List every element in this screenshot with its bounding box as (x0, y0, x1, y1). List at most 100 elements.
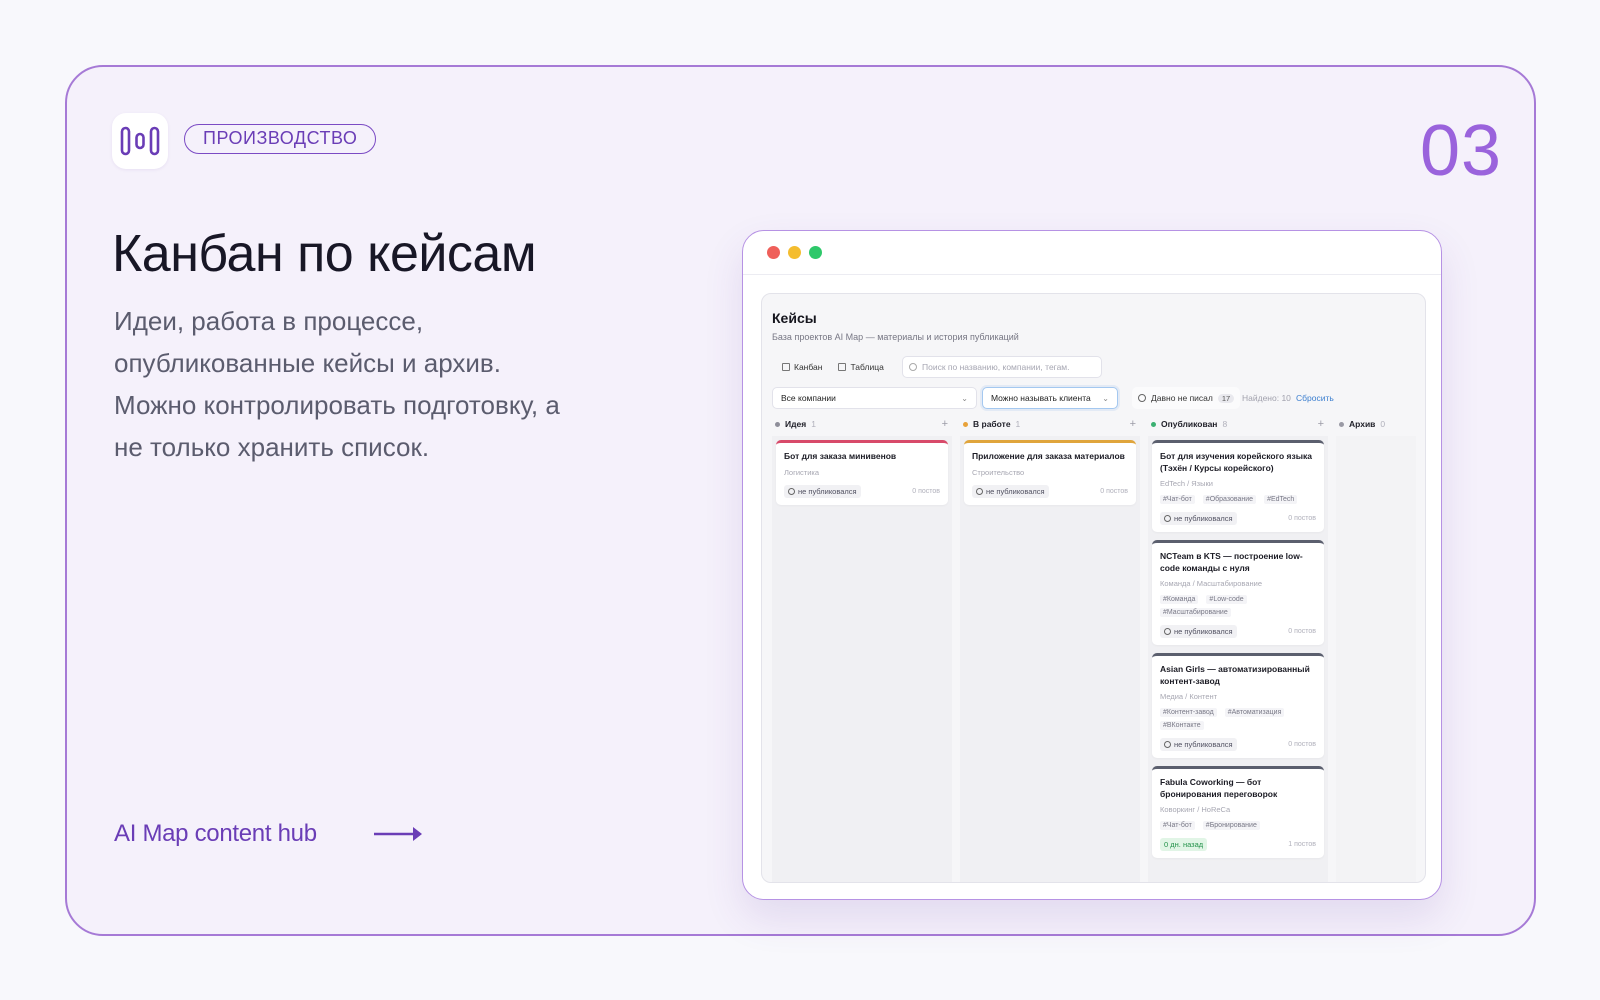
column-header: Идея 1 + (772, 416, 952, 432)
tab-kanban-label: Канбан (794, 362, 823, 372)
card-title: Бот для заказа минивенов (784, 451, 897, 461)
card-tag[interactable]: #Бронирование (1202, 821, 1260, 830)
slide-description: Идеи, работа в процессе, опубликованные … (114, 306, 560, 462)
client-filter-select[interactable]: Можно называть клиента ⌄ (982, 387, 1118, 409)
card-tag[interactable]: #ВКонтакте (1160, 721, 1204, 730)
company-filter-value: Все компании (781, 393, 836, 403)
posts-count: 0 постов (912, 487, 940, 495)
kanban-column: Опубликован 8 + Бот для изучения корейского… (1148, 416, 1328, 882)
posts-count: 0 постов (1288, 515, 1316, 522)
tab-table[interactable]: Таблица (832, 357, 889, 377)
case-card[interactable]: Бот для изучения корейского языка (Тэхён… (1152, 440, 1324, 532)
publication-status-badge: не публиковался (784, 484, 861, 498)
card-category: Медиа / Контент (1160, 692, 1218, 701)
card-tag[interactable]: #EdTech (1264, 495, 1298, 504)
posts-count: 1 постов (1288, 841, 1316, 848)
add-card-icon[interactable]: + (1318, 418, 1324, 430)
card-tag[interactable]: #Чат-бот (1160, 495, 1195, 504)
card-tag[interactable]: #Образование (1202, 495, 1257, 504)
maximize-dot[interactable] (809, 246, 822, 259)
card-category: Логистика (784, 467, 820, 477)
card-tags: #Команда #Low-code #Масштабирование (1160, 595, 1316, 617)
card-footer: не публиковался 0 постов (972, 484, 1128, 498)
status-check-icon (976, 487, 983, 495)
status-label: 0 дн. назад (1164, 840, 1204, 849)
column-status-dot (775, 421, 780, 427)
table-icon (838, 363, 847, 371)
minimize-dot[interactable] (788, 246, 801, 259)
status-label: не публиковался (986, 486, 1045, 496)
add-card-icon[interactable]: + (942, 418, 948, 430)
found-count: Найдено: 10 (1242, 393, 1291, 403)
column-count: 1 (811, 419, 816, 429)
card-footer: не публиковался 0 постов (1160, 625, 1316, 638)
kanban-app: Кейсы База проектов AI Map — материалы и… (761, 293, 1426, 883)
status-check-icon (1164, 628, 1171, 635)
case-card[interactable]: Asian Girls — автоматизированный контент… (1152, 653, 1324, 758)
column-header: Опубликован 8 + (1148, 416, 1328, 432)
column-count: 8 (1222, 419, 1228, 429)
card-category: Строительство (972, 467, 1025, 477)
search-icon (909, 363, 917, 371)
card-tag[interactable]: #Автоматизация (1224, 708, 1285, 717)
card-tags: #Контент-завод #Автоматизация #ВКонтакте (1160, 708, 1316, 730)
status-label: не публиковался (798, 486, 857, 496)
status-label: не публиковался (1174, 627, 1233, 636)
card-tag[interactable]: #Масштабирование (1160, 608, 1231, 617)
chevron-down-icon: ⌄ (961, 393, 968, 403)
reset-filters-link[interactable]: Сбросить (1296, 393, 1334, 403)
column-title: Опубликован (1161, 419, 1218, 429)
card-footer: не публиковался 0 постов (1160, 738, 1316, 751)
case-card[interactable]: Fabula Coworking — бот бронирования пере… (1152, 766, 1324, 858)
kanban-icon (782, 363, 790, 371)
status-label: не публиковался (1174, 740, 1233, 749)
case-card[interactable]: Приложение для заказа материалов Строител… (964, 440, 1136, 505)
publication-status-badge: не публиковался (972, 484, 1049, 498)
tab-table-label: Таблица (850, 362, 884, 372)
card-title: NCTeam в KTS — построение low-code коман… (1160, 551, 1303, 573)
alarm-clock-icon (1138, 394, 1146, 402)
case-card[interactable]: Бот для заказа минивенов Логистика не публ… (776, 440, 948, 505)
footer-link[interactable]: AI Map content hub (114, 820, 317, 848)
publication-status-badge: не публиковался (1160, 738, 1237, 751)
status-check-icon (1164, 741, 1171, 748)
slide-number: 03 (1420, 111, 1503, 191)
card-category: EdTech / Языки (1160, 479, 1213, 488)
client-filter-value: Можно называть клиента (991, 393, 1091, 403)
column-header: В работе 1 + (960, 416, 1140, 432)
column-body: Бот для заказа минивенов Логистика не публ… (772, 436, 952, 882)
kanban-column: Идея 1 + Бот для заказа минивенов Логистика н… (772, 416, 952, 882)
card-tag[interactable]: #Low-code (1206, 595, 1247, 604)
card-category: Коворкинг / HoReCa (1160, 805, 1231, 814)
publication-status-badge: не публиковался (1160, 625, 1237, 638)
card-category: Команда / Масштабирование (1160, 579, 1263, 588)
column-status-dot (963, 421, 968, 427)
company-filter-select[interactable]: Все компании ⌄ (772, 387, 977, 409)
column-title: В работе (973, 419, 1011, 429)
stale-filter-toggle[interactable]: Давно не писал 17 (1132, 387, 1241, 409)
search-input[interactable]: Поиск по названию, компании, тегам. (902, 356, 1102, 378)
card-tag[interactable]: #Контент-завод (1160, 708, 1217, 717)
publication-status-badge: не публиковался (1160, 512, 1237, 525)
column-body: Бот для изучения корейского языка (Тэхён… (1148, 436, 1328, 882)
status-label: не публиковался (1174, 514, 1233, 523)
close-dot[interactable] (767, 246, 780, 259)
column-status-dot (1151, 421, 1156, 427)
card-tag[interactable]: #Чат-бот (1160, 821, 1195, 830)
ai-map-logo-icon (112, 113, 168, 169)
case-card[interactable]: NCTeam в KTS — построение low-code коман… (1152, 540, 1324, 645)
card-title: Бот для изучения корейского языка (Тэхён… (1160, 451, 1312, 473)
search-placeholder: Поиск по названию, компании, тегам. (922, 362, 1070, 372)
posts-count: 0 постов (1288, 628, 1316, 635)
tab-kanban[interactable]: Канбан (776, 357, 828, 377)
category-badge: ПРОИЗВОДСТВО (184, 124, 377, 154)
browser-titlebar (743, 231, 1441, 275)
card-footer: 0 дн. назад 1 постов (1160, 838, 1316, 851)
arrow-right-icon (374, 827, 422, 841)
status-check-icon (1164, 515, 1171, 522)
stale-count-badge: 17 (1217, 393, 1235, 403)
column-status-dot (1339, 421, 1344, 427)
card-tag[interactable]: #Команда (1160, 595, 1199, 604)
card-title: Asian Girls — автоматизированный контент… (1160, 664, 1310, 686)
add-card-icon[interactable]: + (1130, 418, 1136, 430)
